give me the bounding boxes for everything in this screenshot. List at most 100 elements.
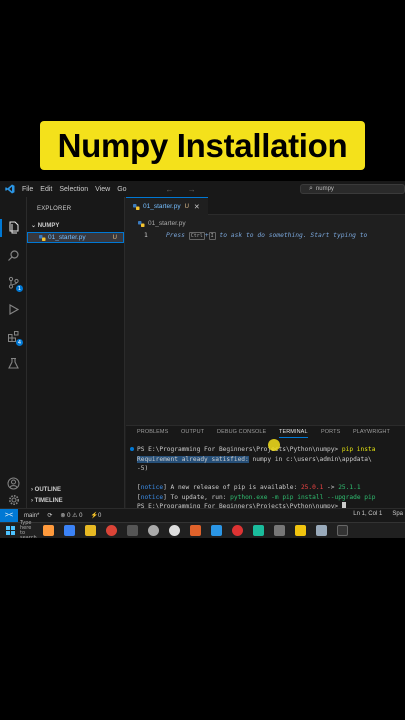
- terminal-command: pip insta: [341, 446, 376, 453]
- chevron-right-icon: ›: [31, 498, 33, 504]
- tab-terminal[interactable]: TERMINAL: [279, 429, 308, 438]
- vscode-taskbar-icon[interactable]: [211, 525, 222, 536]
- settings-gear-icon[interactable]: [5, 493, 22, 507]
- timeline-section[interactable]: › TIMELINE: [31, 498, 63, 504]
- edge-browser-icon[interactable]: [64, 525, 75, 536]
- tab-ports[interactable]: PORTS: [321, 429, 340, 435]
- app-icon-blue-gray[interactable]: [316, 525, 327, 536]
- terminal-line: numpy in c:\users\admin\appdata\: [248, 455, 372, 463]
- taskbar-search[interactable]: Type here to search: [20, 520, 37, 538]
- close-icon[interactable]: ✕: [194, 203, 200, 211]
- notice-label: notice: [140, 493, 164, 501]
- breadcrumb[interactable]: 01_starter.py: [138, 220, 186, 227]
- git-branch[interactable]: main*: [24, 513, 39, 519]
- activity-active-indicator: [0, 219, 2, 237]
- python-file-icon: [39, 235, 46, 241]
- cursor-position[interactable]: Ln 1, Col 1: [353, 511, 382, 517]
- app-icon-gray[interactable]: [127, 525, 138, 536]
- tab-starter-py[interactable]: 01_starter.py U ✕: [126, 197, 208, 215]
- terminal-line: To update, run:: [166, 493, 231, 501]
- terminal-line: A new release of pip is available:: [166, 484, 301, 491]
- explorer-icon[interactable]: [5, 219, 22, 236]
- app-icon-dark[interactable]: [274, 525, 285, 536]
- outline-section[interactable]: › OUTLINE: [31, 487, 61, 493]
- menu-go[interactable]: Go: [117, 186, 126, 193]
- tab-debug-console[interactable]: DEBUG CONSOLE: [217, 429, 266, 435]
- code-line-1[interactable]: 1 Press Ctrl + I to ask to do something. S…: [126, 231, 405, 241]
- bottom-panel: PROBLEMS OUTPUT DEBUG CONSOLE TERMINAL P…: [126, 425, 405, 510]
- search-icon[interactable]: [5, 247, 22, 264]
- tab-playwright[interactable]: PLAYWRIGHT: [353, 429, 390, 435]
- python-file-icon: [133, 204, 140, 210]
- account-icon[interactable]: [5, 475, 22, 492]
- menu-file[interactable]: File: [22, 186, 33, 193]
- breadcrumb-file: 01_starter.py: [148, 220, 186, 227]
- pip-upgrade-command: python.exe -m pip install --upgrade pip: [230, 493, 376, 501]
- vscode-logo-icon: [4, 183, 16, 195]
- hint-rest: to ask to do something. Start typing to: [219, 232, 368, 239]
- chrome-icon[interactable]: [106, 525, 117, 536]
- menu-view[interactable]: View: [95, 186, 110, 193]
- file-item-starter[interactable]: 01_starter.py U: [27, 232, 124, 243]
- terminal-app-icon[interactable]: [337, 525, 348, 536]
- editor-tabs: 01_starter.py U ✕: [126, 197, 405, 215]
- timeline-label: TIMELINE: [34, 498, 63, 504]
- app-icon-lens[interactable]: [169, 525, 180, 536]
- workspace-folder[interactable]: ⌄ NUMPY: [31, 222, 59, 229]
- pip-new-version: 25.1.1: [338, 484, 361, 491]
- nav-back-forward[interactable]: ← →: [166, 185, 202, 194]
- indentation-spaces[interactable]: Spa: [392, 511, 403, 517]
- kbd-i: I: [208, 232, 216, 240]
- tab-problems[interactable]: PROBLEMS: [137, 429, 168, 435]
- opera-icon[interactable]: [232, 525, 243, 536]
- tab-output[interactable]: OUTPUT: [181, 429, 204, 435]
- file-name: 01_starter.py: [48, 234, 86, 241]
- extensions-icon[interactable]: 4: [5, 328, 23, 346]
- run-debug-icon[interactable]: [5, 301, 22, 318]
- folder-name: NUMPY: [37, 223, 60, 229]
- microphone-icon[interactable]: [190, 525, 201, 536]
- windows-start-icon[interactable]: [6, 526, 15, 535]
- line-number: 1: [144, 232, 148, 239]
- pip-old-version: 25.0.1: [300, 484, 324, 491]
- tab-status: U: [184, 203, 189, 210]
- banner-title: Numpy Installation: [57, 126, 348, 164]
- command-center-search[interactable]: ⌕ numpy: [300, 184, 405, 194]
- terminal-arrow: ->: [323, 484, 339, 491]
- menu-selection[interactable]: Selection: [59, 186, 88, 193]
- terminal-command-decoration: [130, 447, 134, 451]
- hint-press: Press: [166, 232, 185, 239]
- status-bar: >< main* ⟳ ⊗ 0 ⚠ 0 ⚡0 Ln 1, Col 1 Spa: [0, 508, 405, 523]
- remote-indicator-icon[interactable]: ><: [0, 508, 18, 523]
- problems-counter[interactable]: ⊗ 0 ⚠ 0: [60, 512, 82, 519]
- source-control-icon[interactable]: 1: [5, 274, 23, 292]
- menu-edit[interactable]: Edit: [40, 186, 52, 193]
- mouse-pointer-highlight: [268, 439, 280, 451]
- kbd-ctrl: Ctrl: [188, 232, 205, 240]
- activity-bar: 1 4: [0, 197, 27, 508]
- terminal-prompt: PS E:\Programming For Beginners\Projects…: [137, 446, 342, 453]
- source-control-badge: 1: [16, 285, 23, 292]
- outline-label: OUTLINE: [34, 487, 62, 493]
- app-icon-teal[interactable]: [253, 525, 264, 536]
- editor-area: 01_starter.py U ✕ 01_starter.py 1 Press …: [126, 197, 405, 425]
- testing-flask-icon[interactable]: [5, 355, 22, 372]
- sticky-notes-icon[interactable]: [295, 525, 306, 536]
- app-icon-circle[interactable]: [148, 525, 159, 536]
- extensions-badge: 4: [16, 339, 23, 346]
- app-icon-colorful[interactable]: [43, 525, 54, 536]
- title-bar: File Edit Selection View Go ← → ⌕ numpy: [0, 181, 405, 197]
- sync-icon[interactable]: ⟳: [47, 512, 52, 519]
- file-explorer-icon[interactable]: [85, 525, 96, 536]
- editor-hint-text: Press Ctrl + I to ask to do something. Sta…: [166, 232, 367, 240]
- terminal-output[interactable]: PS E:\Programming For Beginners\Projects…: [137, 445, 405, 512]
- ports-counter[interactable]: ⚡0: [90, 512, 101, 519]
- command-center-text: numpy: [315, 186, 334, 192]
- panel-tabs: PROBLEMS OUTPUT DEBUG CONSOLE TERMINAL P…: [126, 426, 405, 440]
- file-status-badge: U: [112, 234, 117, 241]
- python-file-icon: [138, 220, 145, 227]
- windows-taskbar: Type here to search: [0, 520, 405, 538]
- video-title-banner: Numpy Installation: [40, 121, 365, 170]
- terminal-selected-text: Requirement already satisfied:: [137, 455, 249, 463]
- notice-label: notice: [140, 484, 164, 491]
